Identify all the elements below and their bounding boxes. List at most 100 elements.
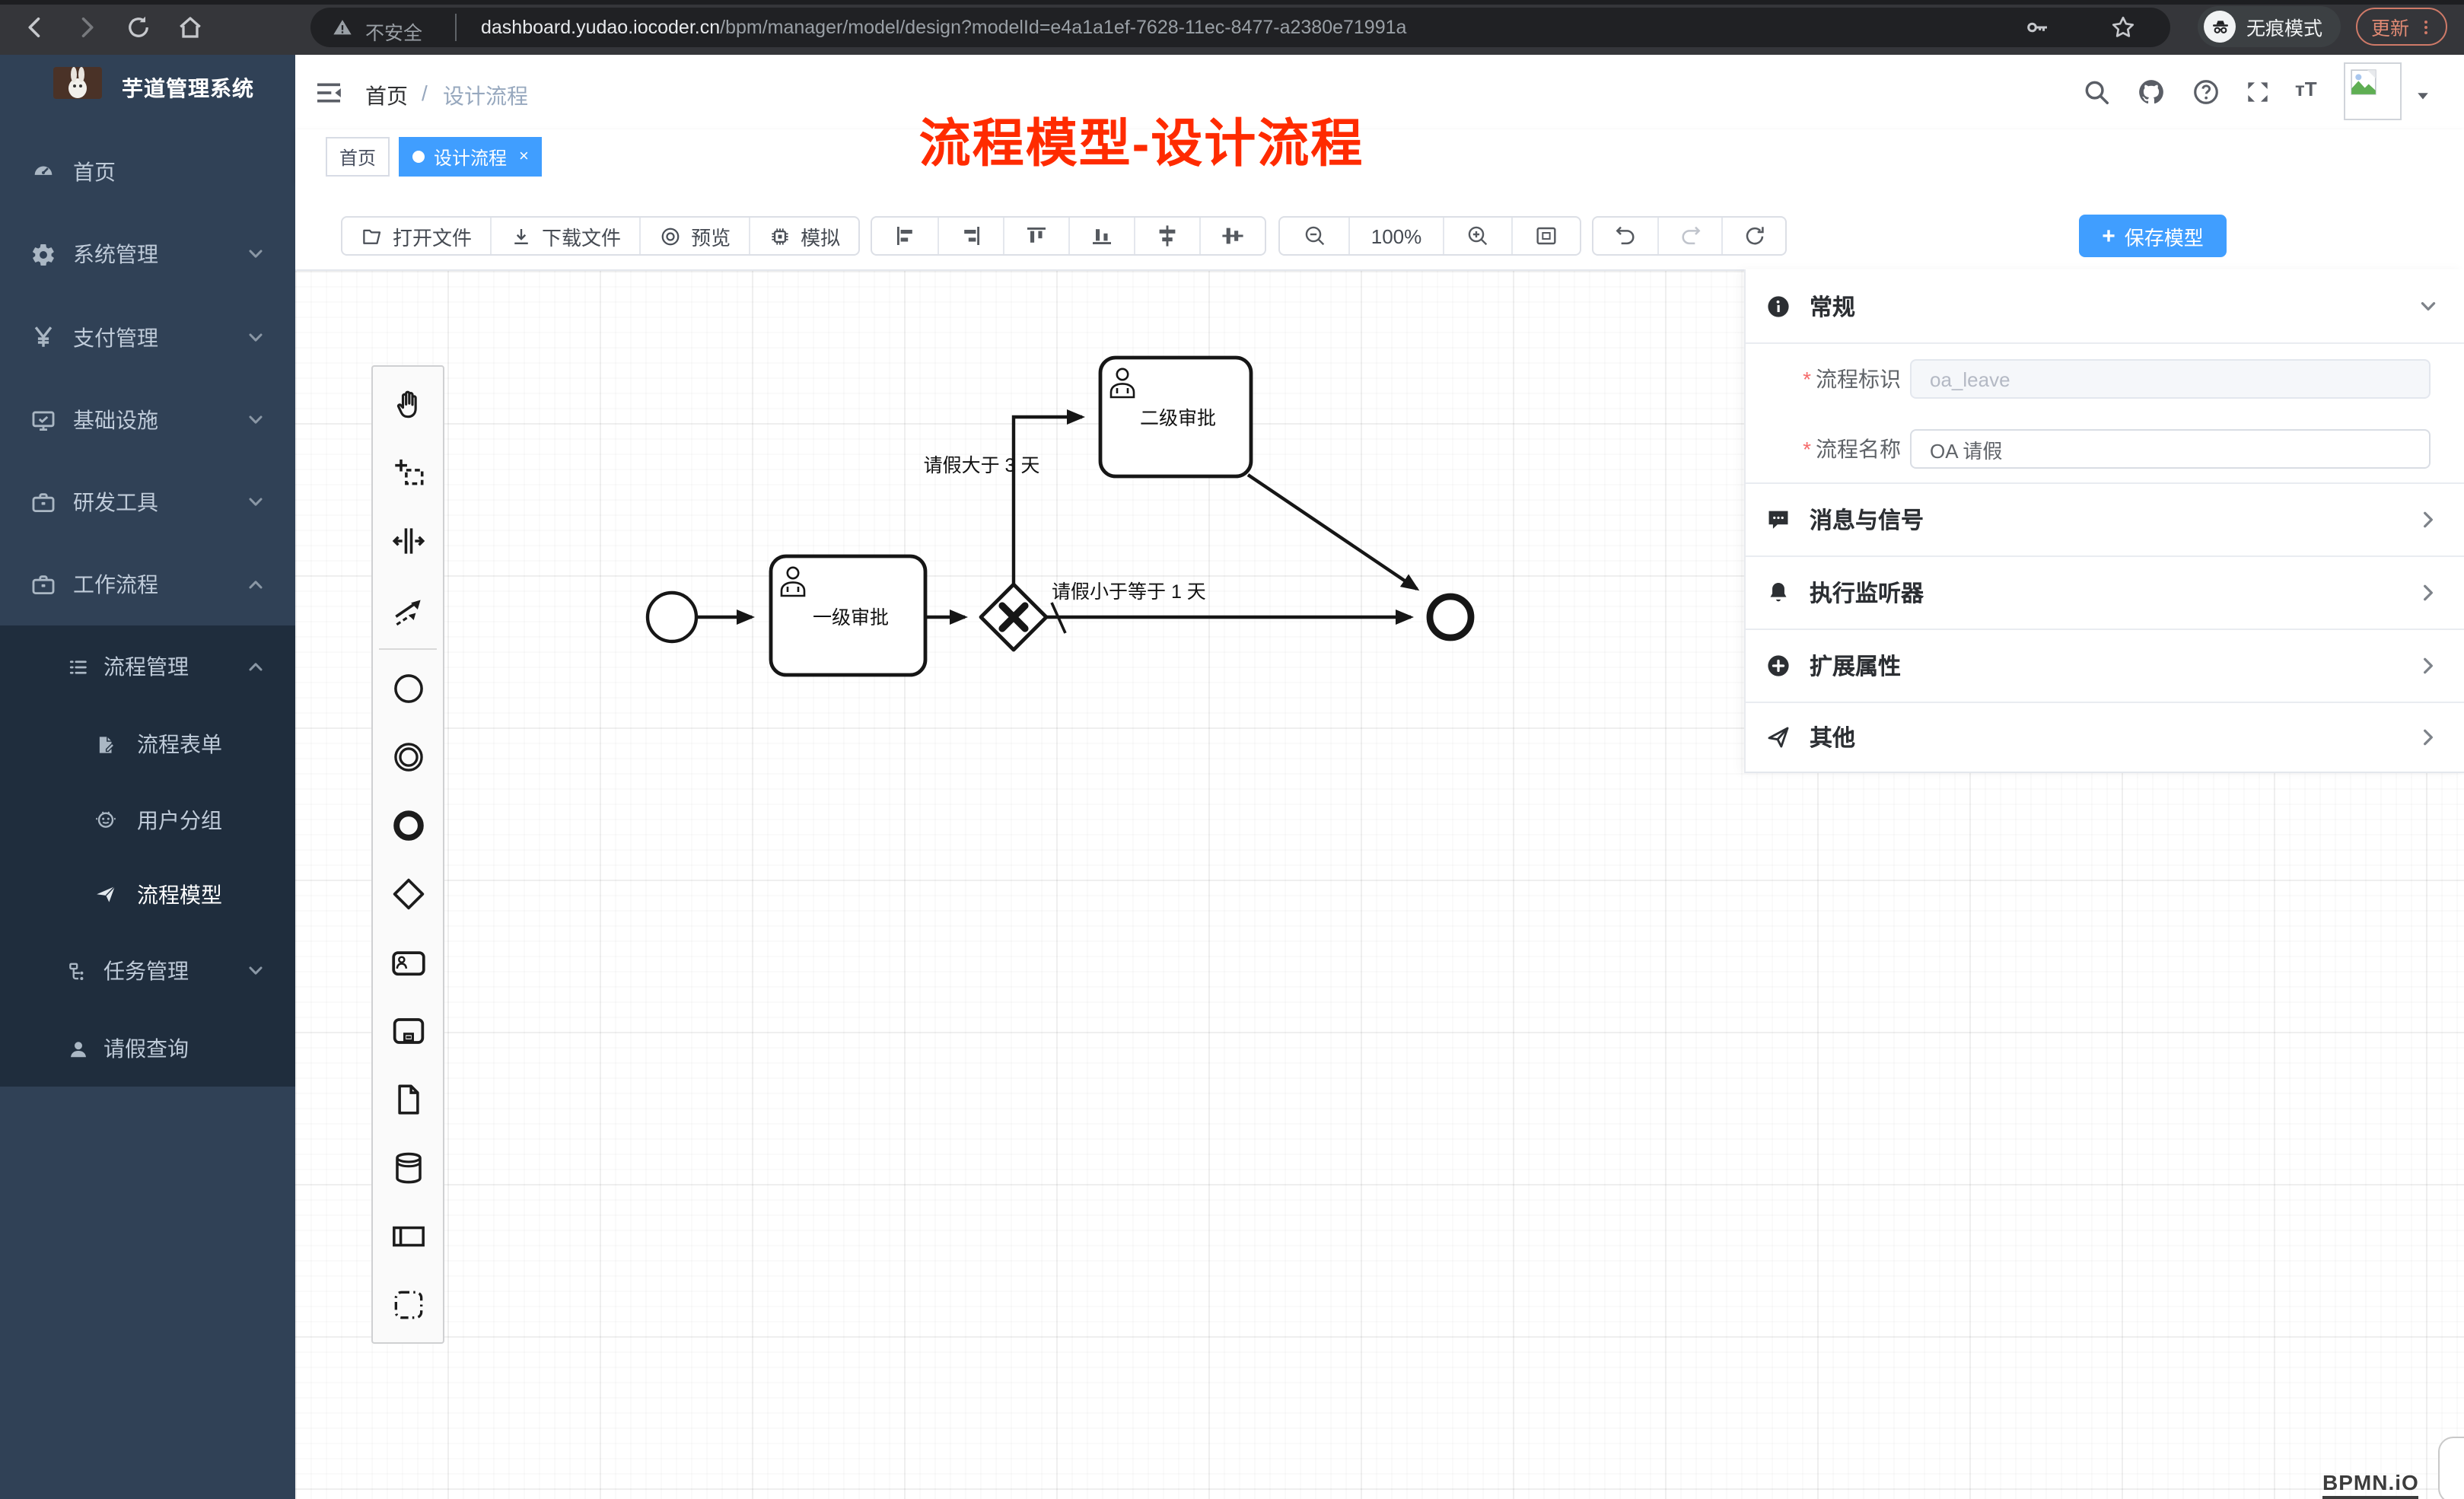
not-secure-icon	[332, 17, 353, 38]
sidebar-item-task-mgmt[interactable]: 任务管理	[0, 931, 295, 1010]
sidebar-item-infra[interactable]: 基础设施	[0, 379, 295, 461]
incognito-icon	[2208, 14, 2232, 39]
process-name-input[interactable]	[1910, 429, 2431, 469]
sidebar-item-label: 基础设施	[73, 405, 158, 435]
sidebar-item-process-model[interactable]: 流程模型	[0, 857, 295, 931]
exclusive-gateway[interactable]	[981, 584, 1046, 650]
align-center-horizontal-button[interactable]	[1199, 218, 1265, 254]
zoom-out-button[interactable]	[1280, 218, 1348, 254]
bookmark-star-icon[interactable]	[2109, 14, 2137, 41]
panel-section-messages[interactable]: 消息与信号	[1746, 482, 2464, 555]
search-icon[interactable]	[2082, 78, 2111, 107]
yen-icon	[30, 324, 56, 350]
task-label: 一级审批	[813, 607, 889, 629]
bell-icon	[1765, 579, 1791, 605]
align-left-button[interactable]	[872, 218, 938, 254]
send-icon	[1765, 724, 1791, 750]
list-icon	[67, 655, 90, 678]
save-model-label: 保存模型	[2125, 221, 2204, 250]
user-task-level2[interactable]: 二级审批	[1100, 358, 1251, 476]
update-button[interactable]: 更新	[2356, 8, 2447, 46]
font-size-icon[interactable]: тT	[2295, 78, 2317, 100]
browser-reload-icon[interactable]	[125, 14, 152, 41]
chevron-right-icon[interactable]	[2418, 655, 2438, 675]
align-top-button[interactable]	[1003, 218, 1068, 254]
fit-viewport-icon	[1534, 224, 1558, 248]
panel-section-general[interactable]: 常规	[1746, 269, 2464, 342]
section-label: 扩展属性	[1810, 649, 1901, 681]
required-asterisk: *	[1803, 437, 1811, 461]
sidebar-item-process-form[interactable]: 流程表单	[0, 706, 295, 782]
panel-section-extensions[interactable]: 扩展属性	[1746, 629, 2464, 702]
zoom-out-icon	[1302, 224, 1326, 248]
download-file-button[interactable]: 下载文件	[490, 218, 639, 254]
sidebar-logo-row[interactable]: 芋道管理系统	[0, 55, 295, 134]
end-event[interactable]	[1430, 597, 1471, 638]
open-file-button[interactable]: 打开文件	[342, 218, 490, 254]
address-bar[interactable]: 不安全 dashboard.yudao.iocoder.cn/bpm/manag…	[310, 8, 2170, 47]
process-key-input[interactable]	[1910, 359, 2431, 399]
key-icon[interactable]	[2024, 14, 2052, 41]
gear-icon	[30, 241, 56, 267]
chevron-right-icon[interactable]	[2418, 582, 2438, 602]
help-icon[interactable]	[2192, 78, 2220, 107]
panel-section-other[interactable]: 其他	[1746, 702, 2464, 772]
simulate-button[interactable]: 模拟	[749, 218, 858, 254]
chevron-right-icon[interactable]	[2418, 509, 2438, 529]
save-model-button[interactable]: + 保存模型	[2079, 215, 2227, 257]
flow-task2-to-end[interactable]	[1248, 475, 1417, 589]
required-asterisk: *	[1803, 367, 1811, 391]
browser-forward-icon[interactable]	[73, 14, 100, 41]
browser-home-icon[interactable]	[177, 14, 204, 41]
chevron-down-icon	[247, 962, 265, 980]
redo-button[interactable]	[1657, 218, 1721, 254]
sidebar-item-label: 请假查询	[103, 1033, 189, 1064]
align-center-vertical-button[interactable]	[1134, 218, 1199, 254]
user-icon	[67, 1037, 90, 1060]
bpmn-io-logo[interactable]: BPMN.iO	[2322, 1470, 2419, 1499]
process-name-label: *流程名称	[1773, 429, 1901, 469]
chevron-right-icon[interactable]	[2418, 727, 2438, 746]
sidebar-collapse-icon[interactable]	[314, 78, 344, 108]
preview-label: 预览	[691, 221, 731, 250]
fullscreen-icon[interactable]	[2243, 78, 2272, 107]
panel-section-listeners[interactable]: 执行监听器	[1746, 555, 2464, 629]
start-event[interactable]	[648, 593, 696, 641]
flow-label-gt3[interactable]: 请假大于 3 天	[924, 455, 1040, 476]
browser-menu-dots-icon[interactable]	[2415, 16, 2437, 37]
sidebar-item-pay[interactable]: 支付管理	[0, 295, 295, 379]
zoom-in-button[interactable]	[1443, 218, 1511, 254]
sidebar-item-user-group[interactable]: 用户分组	[0, 782, 295, 857]
sidebar-item-devtools[interactable]: 研发工具	[0, 461, 295, 543]
tab-home[interactable]: 首页	[326, 137, 390, 177]
preview-button[interactable]: 预览	[639, 218, 749, 254]
document-edit-icon	[94, 733, 117, 756]
browser-back-icon[interactable]	[21, 14, 49, 41]
avatar-caret-icon[interactable]	[2414, 87, 2432, 105]
flow-label-le1[interactable]: 请假小于等于 1 天	[1052, 581, 1206, 603]
user-task-level1[interactable]: 一级审批	[771, 556, 925, 675]
avatar[interactable]	[2344, 62, 2402, 120]
sidebar-item-process-mgmt[interactable]: 流程管理	[0, 625, 295, 708]
align-center-horizontal-icon	[1221, 224, 1245, 248]
github-icon[interactable]	[2137, 78, 2166, 107]
sidebar-item-system[interactable]: 系统管理	[0, 213, 295, 295]
close-icon[interactable]: ×	[519, 148, 529, 165]
undo-button[interactable]	[1593, 218, 1657, 254]
tab-design-process[interactable]: 设计流程 ×	[399, 137, 543, 177]
url-text[interactable]: dashboard.yudao.iocoder.cn/bpm/manager/m…	[481, 17, 1406, 38]
align-bottom-button[interactable]	[1068, 218, 1134, 254]
sidebar-item-workflow[interactable]: 工作流程	[0, 543, 295, 625]
flow-gateway-to-task2[interactable]	[1014, 417, 1082, 584]
info-icon	[1765, 293, 1791, 319]
file-button-group: 打开文件 下载文件 预览 模拟	[341, 216, 860, 256]
zoom-level[interactable]: 100%	[1348, 218, 1443, 254]
broken-image-icon	[2348, 67, 2379, 97]
zoom-reset-button[interactable]	[1511, 218, 1580, 254]
breadcrumb-home[interactable]: 首页	[365, 81, 408, 111]
align-right-button[interactable]	[938, 218, 1003, 254]
sidebar-item-home[interactable]: 首页	[0, 131, 295, 213]
restart-button[interactable]	[1721, 218, 1785, 254]
chevron-down-icon[interactable]	[2418, 296, 2438, 316]
sidebar-item-leave-query[interactable]: 请假查询	[0, 1010, 295, 1087]
